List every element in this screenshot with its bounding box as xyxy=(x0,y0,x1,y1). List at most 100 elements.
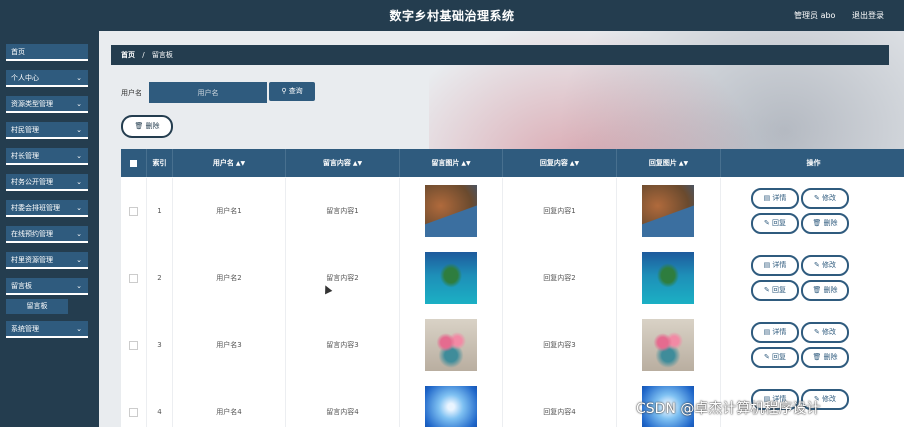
chevron-down-icon: ⌄ xyxy=(76,74,82,82)
column-header-message-image[interactable]: 留言图片 ▲▼ xyxy=(400,149,503,177)
message-image[interactable] xyxy=(425,319,477,371)
row-select-cell xyxy=(121,312,147,379)
message-image[interactable] xyxy=(425,252,477,304)
sidebar-item-personal-center[interactable]: 个人中心 ⌄ xyxy=(6,70,88,87)
edit-label: 修改 xyxy=(822,261,837,269)
breadcrumb-home[interactable]: 首页 xyxy=(121,51,135,59)
sidebar-item-village-affairs[interactable]: 村务公开管理 ⌄ xyxy=(6,174,88,191)
edit-label: 修改 xyxy=(822,194,837,202)
edit-label: 修改 xyxy=(822,395,837,403)
detail-label: 详情 xyxy=(772,194,787,202)
reply-label: 回复 xyxy=(772,286,787,294)
detail-icon: ▤ xyxy=(763,328,771,336)
sidebar-item-system[interactable]: 系统管理 ⌄ xyxy=(6,321,88,338)
trash-icon: 🗑 xyxy=(812,219,822,227)
pencil-icon: ✎ xyxy=(813,328,820,336)
column-header-reply-image[interactable]: 回复图片 ▲▼ xyxy=(617,149,721,177)
row-select-cell xyxy=(121,245,147,312)
detail-label: 详情 xyxy=(772,328,787,336)
search-input[interactable] xyxy=(149,82,267,103)
row-checkbox[interactable] xyxy=(129,206,138,216)
chevron-down-icon: ⌄ xyxy=(76,282,82,290)
sidebar-item-committee-schedule[interactable]: 村委会排班管理 ⌄ xyxy=(6,200,88,217)
reply-button[interactable]: ✎ 回复 xyxy=(751,213,799,234)
trash-icon: 🗑 xyxy=(134,122,144,130)
sort-icon: ▲▼ xyxy=(235,160,246,167)
app-title: 数字乡村基础治理系统 xyxy=(389,9,515,23)
cell-message: 留言内容2 xyxy=(286,245,400,312)
pencil-icon: ✎ xyxy=(763,219,770,227)
delete-button[interactable]: 🗑 删除 xyxy=(801,213,849,234)
header-select-all[interactable] xyxy=(121,149,147,177)
select-all-checkbox[interactable] xyxy=(130,159,137,167)
row-select-cell xyxy=(121,178,147,245)
cell-reply: 回复内容3 xyxy=(503,312,617,379)
cell-reply: 回复内容2 xyxy=(503,245,617,312)
column-header-label: 索引 xyxy=(152,159,167,167)
search-button[interactable]: ⚲ 查询 xyxy=(269,82,315,101)
table-header: 索引 用户名 ▲▼ 留言内容 ▲▼ 留言图片 ▲▼ 回复内容 ▲▼ 回复图片 ▲▼ 操作 xyxy=(121,149,904,177)
edit-button[interactable]: ✎ 修改 xyxy=(801,322,849,343)
detail-button[interactable]: ▤ 详情 xyxy=(751,188,799,209)
chevron-down-icon: ⌄ xyxy=(76,204,82,212)
sidebar-item-home[interactable]: 首页 xyxy=(6,44,88,61)
detail-button[interactable]: ▤ 详情 xyxy=(751,255,799,276)
main-content: 首页 / 留言板 用户名 ⚲ 查询 🗑 删除 索引 用户名▲▼ 留言内容▲▼ 留 xyxy=(99,31,904,427)
sidebar-item-message-board[interactable]: 留言板 ⌄ xyxy=(6,278,88,295)
sidebar-item-label: 村长管理 xyxy=(11,152,39,160)
message-image[interactable] xyxy=(425,386,477,427)
cell-username: 用户名4 xyxy=(173,379,286,427)
search-icon: ⚲ xyxy=(281,87,287,95)
sidebar-item-label: 村里资源管理 xyxy=(11,256,53,264)
edit-button[interactable]: ✎ 修改 xyxy=(801,255,849,276)
logout-link[interactable]: 退出登录 xyxy=(852,11,884,20)
reply-image[interactable] xyxy=(642,185,694,237)
column-header-username[interactable]: 用户名 ▲▼ xyxy=(173,149,286,177)
column-header-message[interactable]: 留言内容 ▲▼ xyxy=(286,149,400,177)
detail-button[interactable]: ▤ 详情 xyxy=(751,322,799,343)
sort-icon: ▲▼ xyxy=(678,160,689,167)
watermark: CSDN @卓杰计算机程序设计 xyxy=(636,401,821,417)
sidebar: 首页 个人中心 ⌄ 资源类型管理 ⌄ 村民管理 ⌄ 村长管理 ⌄ 村务公开管理 … xyxy=(0,31,99,427)
sidebar-item-label: 留言板 xyxy=(11,282,32,290)
cell-reply-image xyxy=(617,178,721,245)
row-checkbox[interactable] xyxy=(129,407,138,417)
sidebar-item-label: 个人中心 xyxy=(11,74,39,82)
batch-delete-button[interactable]: 🗑 删除 xyxy=(121,115,173,138)
column-header-label: 回复图片 xyxy=(648,159,677,167)
chevron-down-icon: ⌄ xyxy=(76,325,82,333)
message-image[interactable] xyxy=(425,185,477,237)
reply-image[interactable] xyxy=(642,319,694,371)
sidebar-item-villagers[interactable]: 村民管理 ⌄ xyxy=(6,122,88,139)
breadcrumb: 首页 / 留言板 xyxy=(111,45,889,65)
delete-button[interactable]: 🗑 删除 xyxy=(801,347,849,368)
header-user-area: 管理员 abo 退出登录 xyxy=(780,10,884,21)
column-header-reply[interactable]: 回复内容 ▲▼ xyxy=(503,149,617,177)
row-checkbox[interactable] xyxy=(129,340,138,350)
edit-button[interactable]: ✎ 修改 xyxy=(801,188,849,209)
sidebar-subitem-message-board[interactable]: 留言板 xyxy=(6,299,68,314)
sidebar-item-village-heads[interactable]: 村长管理 ⌄ xyxy=(6,148,88,165)
table-row: 3 用户名3 留言内容3 回复内容3 ▤ 详情 ✎ 修改 ✎ 回复 🗑 删除 xyxy=(121,312,904,380)
sidebar-item-village-resources[interactable]: 村里资源管理 ⌄ xyxy=(6,252,88,269)
reply-button[interactable]: ✎ 回复 xyxy=(751,347,799,368)
chevron-down-icon: ⌄ xyxy=(76,178,82,186)
cell-username: 用户名1 xyxy=(173,178,286,245)
sidebar-item-label: 系统管理 xyxy=(11,325,39,333)
cell-message-image xyxy=(400,245,503,312)
chevron-down-icon: ⌄ xyxy=(76,152,82,160)
sidebar-item-resource-types[interactable]: 资源类型管理 ⌄ xyxy=(6,96,88,113)
chevron-down-icon: ⌄ xyxy=(76,126,82,134)
reply-button[interactable]: ✎ 回复 xyxy=(751,280,799,301)
sidebar-item-online-booking[interactable]: 在线预约管理 ⌄ xyxy=(6,226,88,243)
pencil-icon: ✎ xyxy=(813,194,820,202)
edit-label: 修改 xyxy=(822,328,837,336)
column-header-index: 索引 xyxy=(147,149,173,177)
reply-image[interactable] xyxy=(642,252,694,304)
trash-icon: 🗑 xyxy=(812,286,822,294)
sort-icon: ▲▼ xyxy=(569,160,580,167)
row-checkbox[interactable] xyxy=(129,273,138,283)
delete-label: 删除 xyxy=(823,219,838,227)
delete-button[interactable]: 🗑 删除 xyxy=(801,280,849,301)
admin-label: 管理员 abo xyxy=(794,11,836,20)
